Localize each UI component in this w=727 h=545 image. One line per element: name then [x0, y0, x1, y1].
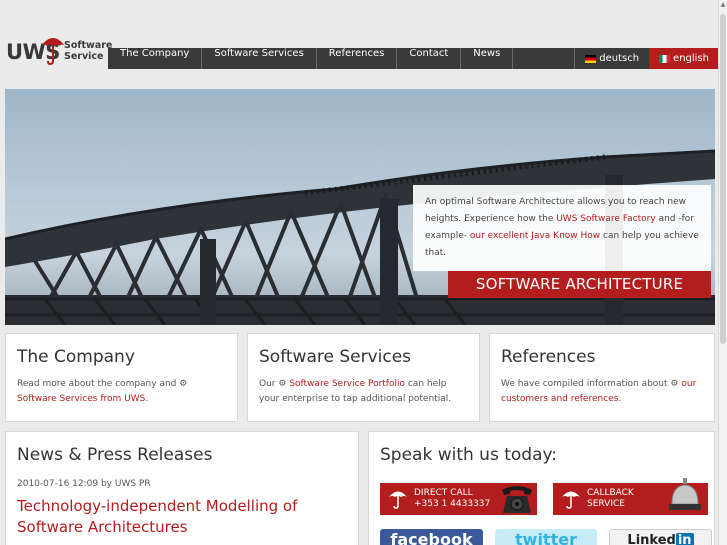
nav-item-software-services[interactable]: Software Services [202, 48, 317, 69]
news-box: News & Press Releases 2010-07-16 12:09 b… [5, 431, 359, 545]
hero-text-box: An optimal Software Architecture allows … [413, 185, 711, 271]
logo-tagline: Software Service [64, 40, 113, 62]
direct-call-button[interactable]: DIRECT CALL +353 1 4433337 [380, 483, 537, 515]
news-title: News & Press Releases [17, 445, 213, 465]
news-meta: 2010-07-16 12:09 by UWS PR [17, 479, 151, 489]
hero-banner: An optimal Software Architecture allows … [5, 89, 715, 325]
site-logo[interactable]: UWS Software Service [6, 28, 112, 74]
telephone-icon [502, 486, 532, 513]
news-headline-link[interactable]: Technology-independent Modelling of Soft… [17, 496, 347, 538]
services-title[interactable]: Software Services [259, 347, 468, 367]
scroll-up-arrow-icon[interactable]: ▲ [719, 0, 727, 10]
nav-item-news[interactable]: News [461, 48, 514, 69]
umbrella-logo-icon [41, 38, 65, 66]
page-scrollbar[interactable]: ▲ [718, 0, 727, 545]
gear-icon: ⚙ [278, 379, 287, 389]
company-title[interactable]: The Company [17, 347, 226, 367]
nav-item-contact[interactable]: Contact [397, 48, 462, 69]
hero-heading[interactable]: SOFTWARE ARCHITECTURE [448, 271, 711, 298]
facebook-button[interactable]: facebook [380, 529, 483, 545]
java-link[interactable]: our excellent Java Know How [470, 231, 600, 241]
nav-item-references[interactable]: References [317, 48, 398, 69]
callback-service-button[interactable]: CALLBACK SERVICE [553, 478, 708, 515]
nav-item-company[interactable]: The Company [108, 48, 203, 69]
gear-icon: ⚙ [179, 379, 188, 389]
references-title[interactable]: References [501, 347, 703, 367]
company-box: The Company Read more about the company … [5, 333, 238, 422]
language-german[interactable]: deutsch [574, 48, 649, 69]
contact-box: Speak with us today: DIRECT CALL +353 1 … [368, 431, 715, 545]
factory-link[interactable]: UWS Software Factory [556, 214, 655, 224]
italian-flag-icon [659, 54, 671, 63]
german-flag-icon [585, 54, 597, 63]
umbrella-icon [389, 491, 407, 509]
main-nav: The Company Software Services References… [108, 48, 719, 69]
contact-title: Speak with us today: [380, 445, 558, 465]
portfolio-link[interactable]: Software Service Portfolio [289, 379, 405, 389]
references-box: References We have compiled information … [489, 333, 715, 422]
service-bell-icon [669, 478, 701, 510]
twitter-button[interactable]: twitter [495, 529, 597, 545]
services-box: Software Services Our ⚙ Software Service… [247, 333, 480, 422]
scroll-thumb[interactable] [720, 14, 726, 344]
gear-icon: ⚙ [670, 379, 679, 389]
company-services-link[interactable]: Software Services from UWS [17, 394, 145, 404]
umbrella-icon [562, 491, 580, 509]
language-english[interactable]: english [649, 48, 719, 69]
linkedin-button[interactable]: Linked in [609, 529, 712, 545]
